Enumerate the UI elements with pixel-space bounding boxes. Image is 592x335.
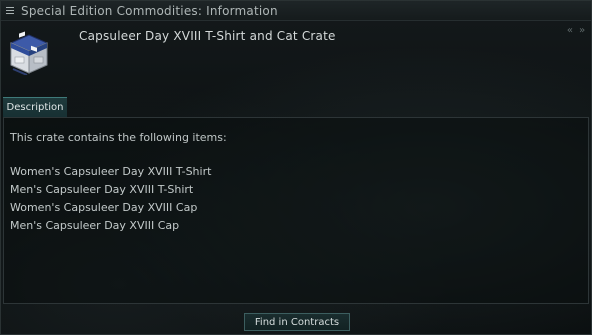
tab-bar: Description <box>1 97 591 117</box>
back-arrow-icon[interactable]: « <box>567 25 573 36</box>
window-title: Special Edition Commodities: Information <box>21 3 278 18</box>
list-item: Women's Capsuleer Day XVIII T-Shirt <box>10 165 212 178</box>
window-titlebar[interactable]: Special Edition Commodities: Information <box>1 1 591 21</box>
tab-description[interactable]: Description <box>3 97 67 117</box>
description-intro: This crate contains the following items: <box>10 131 227 144</box>
crate-items-list: Women's Capsuleer Day XVIII T-Shirt Men'… <box>10 163 211 235</box>
header-nav: « » <box>567 25 585 36</box>
info-window: Special Edition Commodities: Information… <box>0 0 592 335</box>
item-name: Capsuleer Day XVIII T-Shirt and Cat Crat… <box>79 29 336 43</box>
find-in-contracts-button[interactable]: Find in Contracts <box>244 313 350 331</box>
list-item: Men's Capsuleer Day XVIII Cap <box>10 219 180 232</box>
crate-icon <box>7 29 49 76</box>
description-panel: This crate contains the following items:… <box>3 117 589 304</box>
list-item: Men's Capsuleer Day XVIII T-Shirt <box>10 183 194 196</box>
forward-arrow-icon[interactable]: » <box>579 25 585 36</box>
list-item: Women's Capsuleer Day XVIII Cap <box>10 201 198 214</box>
menu-icon[interactable] <box>6 1 20 21</box>
